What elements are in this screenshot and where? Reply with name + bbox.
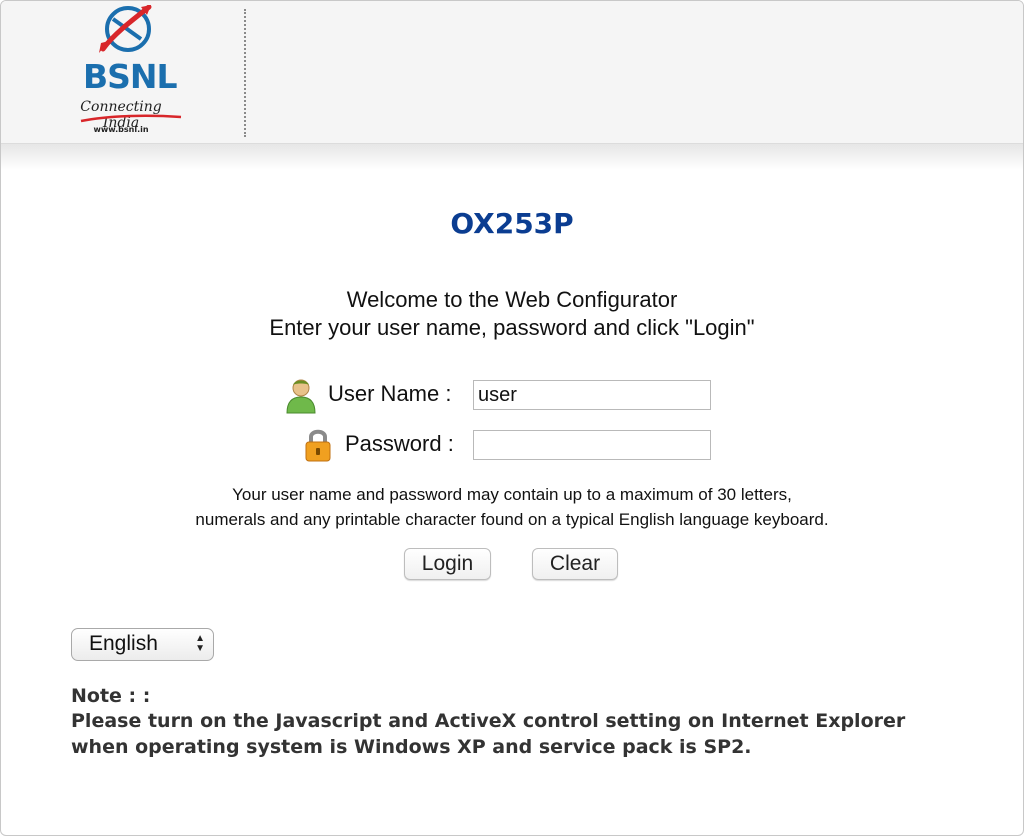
header-bar: BSNL Connecting India www.bsnl.in	[1, 1, 1023, 144]
header-shadow	[1, 144, 1023, 170]
username-input[interactable]	[473, 380, 711, 410]
login-button[interactable]: Login	[404, 548, 491, 580]
lock-icon	[305, 429, 331, 462]
updown-arrows-icon: ▲ ▼	[195, 633, 205, 654]
credentials-hint-line2: numerals and any printable character fou…	[195, 510, 829, 529]
logo-url: www.bsnl.in	[93, 125, 149, 134]
header-divider	[244, 9, 246, 137]
password-label: Password :	[345, 431, 454, 456]
bsnl-logo: BSNL Connecting India www.bsnl.in	[41, 5, 231, 139]
note-line1: Please turn on the Javascript and Active…	[71, 710, 906, 732]
note-title: Note : :	[71, 685, 151, 707]
login-page: BSNL Connecting India www.bsnl.in OX253P…	[0, 0, 1024, 836]
username-label: User Name :	[328, 381, 452, 406]
bsnl-emblem-icon	[99, 5, 152, 53]
language-selected-value: English	[89, 632, 158, 655]
note-line2: when operating system is Windows XP and …	[71, 736, 752, 758]
logo-wordmark: BSNL	[83, 57, 178, 96]
credentials-hint-line1: Your user name and password may contain …	[232, 485, 792, 504]
welcome-instructions: Enter your user name, password and click…	[269, 315, 755, 340]
password-input[interactable]	[473, 430, 711, 460]
welcome-heading: Welcome to the Web Configurator	[346, 287, 678, 312]
model-title: OX253P	[450, 207, 574, 240]
user-icon	[286, 379, 316, 414]
language-select[interactable]: English ▲ ▼	[71, 628, 214, 661]
clear-button[interactable]: Clear	[532, 548, 618, 580]
